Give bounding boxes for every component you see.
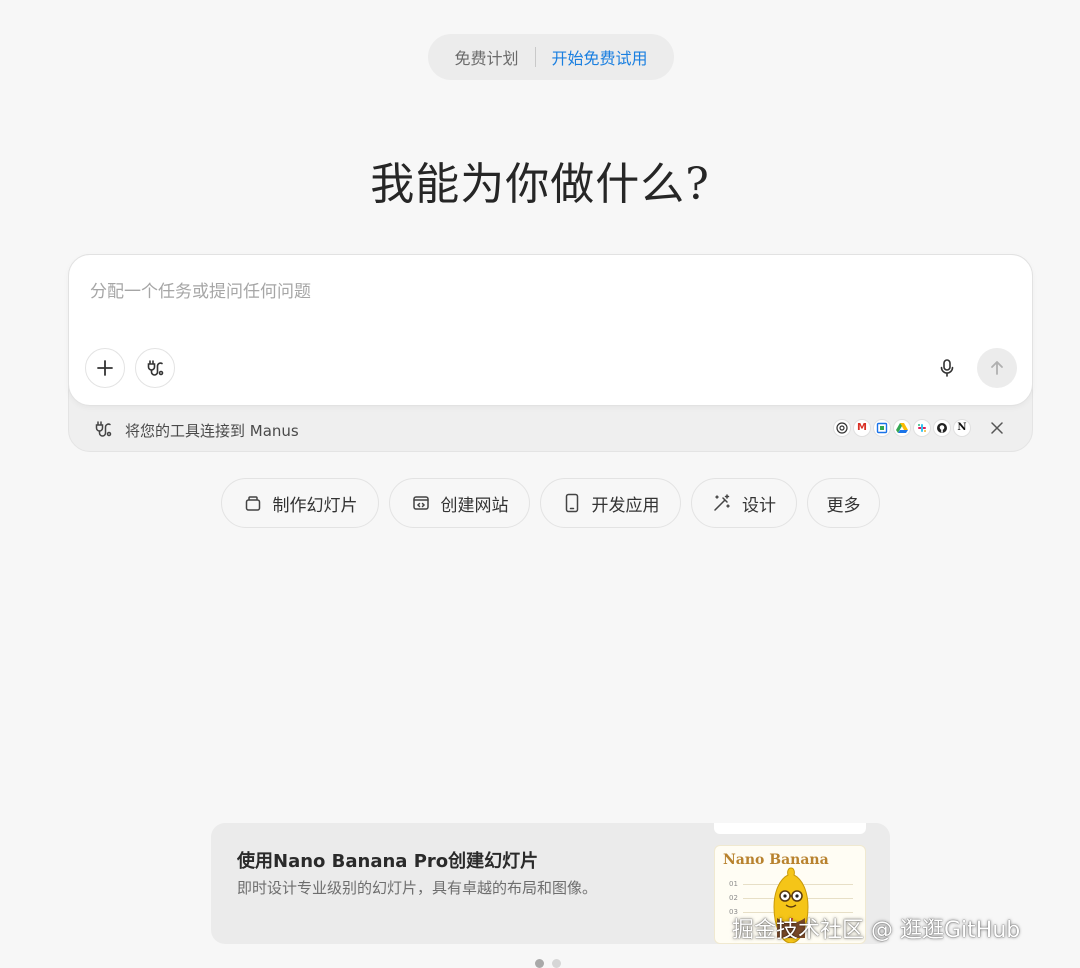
calendar-icon xyxy=(873,419,891,437)
composer-container: 分配一个任务或提问任何问题 将您的工具连接到 Manus M N xyxy=(68,254,1033,452)
notion-icon: N xyxy=(953,419,971,437)
chip-design[interactable]: 设计 xyxy=(691,478,797,528)
close-icon xyxy=(991,422,1003,434)
drive-icon xyxy=(893,419,911,437)
mic-button[interactable] xyxy=(927,348,967,388)
promo-title: 使用Nano Banana Pro创建幻灯片 xyxy=(237,851,539,872)
arrow-up-icon xyxy=(991,361,1003,375)
phone-icon xyxy=(562,493,582,513)
promo-thumbnail-prev xyxy=(714,823,866,834)
promo-description: 即时设计专业级别的幻灯片，具有卓越的布局和图像。 xyxy=(237,879,598,897)
send-button[interactable] xyxy=(977,348,1017,388)
page-title: 我能为你做什么? xyxy=(370,159,710,210)
carousel-dot-active[interactable] xyxy=(535,959,544,968)
free-plan-label: 免费计划 xyxy=(454,49,519,68)
carousel-dot[interactable] xyxy=(552,959,561,968)
thumb-row: 01 xyxy=(729,880,738,888)
chip-label: 设计 xyxy=(742,495,776,516)
thumb-row: 02 xyxy=(729,894,738,902)
github-icon xyxy=(933,419,951,437)
gmail-icon: M xyxy=(853,419,871,437)
chip-label: 更多 xyxy=(826,495,861,516)
connect-tools-button[interactable] xyxy=(135,348,175,388)
slides-icon xyxy=(243,493,263,513)
add-button[interactable] xyxy=(85,348,125,388)
task-composer[interactable]: 分配一个任务或提问任何问题 xyxy=(68,254,1033,406)
plus-icon xyxy=(97,360,113,376)
divider xyxy=(534,47,536,67)
connect-tools-label: 将您的工具连接到 Manus xyxy=(125,422,299,440)
code-window-icon xyxy=(411,493,431,513)
quick-actions: 制作幻灯片 创建网站 开发应用 设计 更多 xyxy=(0,478,1080,528)
plan-pill: 免费计划 开始免费试用 xyxy=(428,34,674,80)
chip-label: 制作幻灯片 xyxy=(272,495,358,516)
chip-more[interactable]: 更多 xyxy=(807,478,880,528)
magic-wand-icon xyxy=(712,493,732,513)
tool-icon-list: M N xyxy=(833,419,971,437)
plug-icon xyxy=(95,421,112,437)
mic-icon xyxy=(940,359,954,377)
carousel-dots xyxy=(535,959,561,968)
chip-label: 开发应用 xyxy=(591,495,660,516)
watermark: 掘金技术社区 @ 逛逛GitHub xyxy=(732,918,1021,943)
start-trial-link[interactable]: 开始免费试用 xyxy=(552,45,648,69)
plug-icon xyxy=(147,360,164,376)
close-connect-bar-button[interactable] xyxy=(987,418,1007,438)
chip-label: 创建网站 xyxy=(440,495,509,516)
chip-develop-app[interactable]: 开发应用 xyxy=(540,478,681,528)
chrome-icon xyxy=(833,419,851,437)
connect-tools-bar[interactable]: 将您的工具连接到 Manus M N xyxy=(69,407,1032,451)
chip-create-website[interactable]: 创建网站 xyxy=(389,478,530,528)
chip-make-slides[interactable]: 制作幻灯片 xyxy=(221,478,379,528)
task-input[interactable]: 分配一个任务或提问任何问题 xyxy=(90,277,311,302)
slack-icon xyxy=(913,419,931,437)
